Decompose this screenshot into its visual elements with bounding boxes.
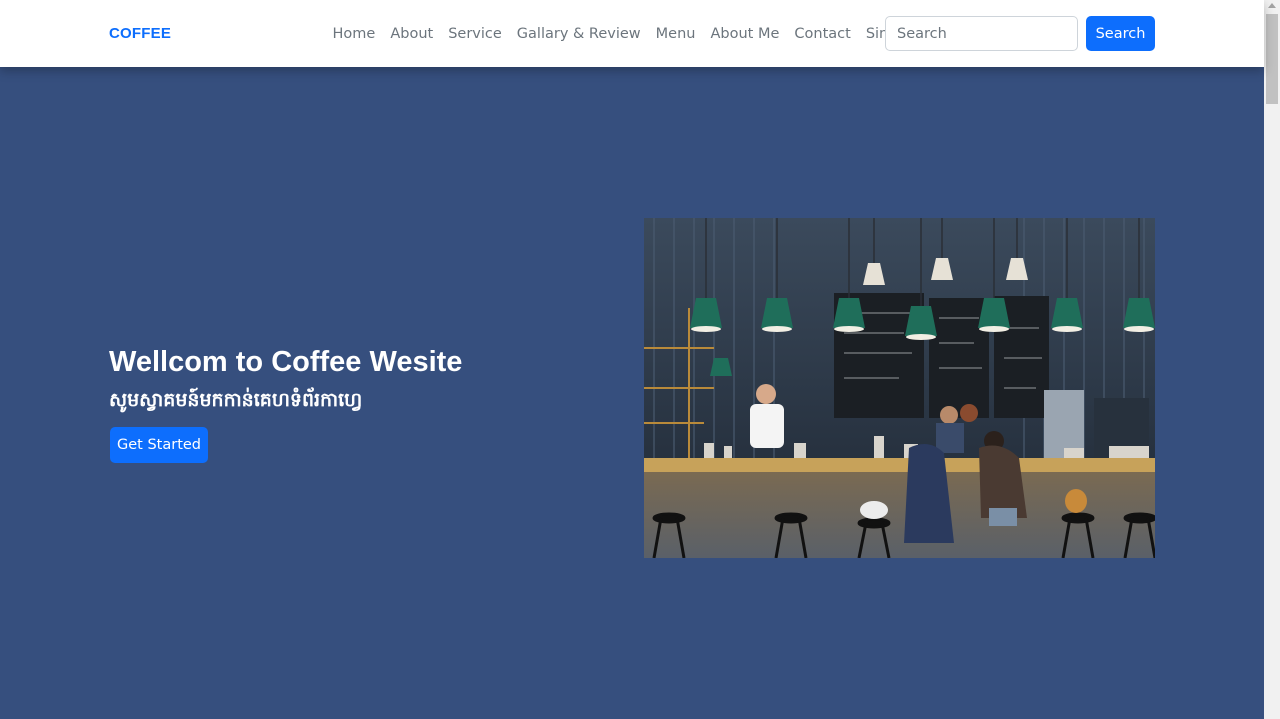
search-button[interactable]: Search: [1086, 16, 1155, 51]
page-scrollbar[interactable]: [1264, 0, 1280, 719]
nav-links: Home About Service Gallary & Review Menu…: [325, 24, 923, 44]
get-started-button[interactable]: Get Started: [110, 427, 208, 463]
nav-link-contact[interactable]: Contact: [787, 24, 858, 44]
navbar: COFFEE Home About Service Gallary & Revi…: [0, 0, 1264, 67]
nav-link-home[interactable]: Home: [325, 24, 383, 44]
hero-image: [644, 218, 1155, 558]
scroll-thumb[interactable]: [1266, 14, 1278, 104]
search-input[interactable]: [885, 16, 1078, 51]
hero-title: Wellcom to Coffee Wesite: [109, 346, 463, 378]
nav-link-gallery-review[interactable]: Gallary & Review: [509, 24, 648, 44]
nav-link-menu[interactable]: Menu: [648, 24, 703, 44]
nav-link-service[interactable]: Service: [441, 24, 510, 44]
nav-link-about-me[interactable]: About Me: [703, 24, 787, 44]
hero-subtitle: សូមស្វាគមន៍មកកាន់គេហទំព័រកាហ្វេ: [109, 390, 363, 411]
scroll-up-arrow-icon[interactable]: [1268, 3, 1276, 8]
nav-link-about[interactable]: About: [383, 24, 441, 44]
brand-logo[interactable]: COFFEE: [109, 25, 171, 42]
